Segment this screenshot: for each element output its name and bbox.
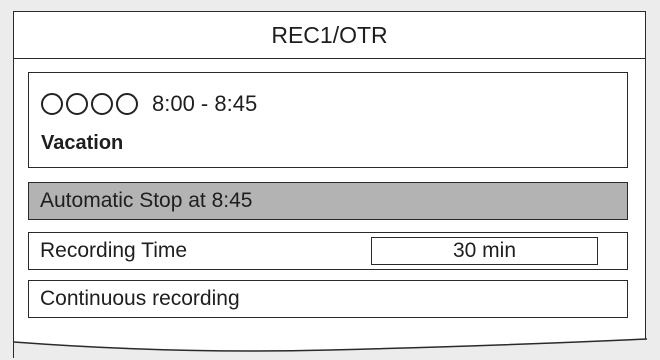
- circle-icon: [91, 93, 113, 115]
- rec-otr-panel: REC1/OTR 8:00 - 8:45 Vacation Automatic …: [13, 11, 647, 360]
- program-info-box: 8:00 - 8:45 Vacation: [28, 72, 628, 168]
- program-header: 8:00 - 8:45: [41, 89, 257, 119]
- circle-icon: [66, 93, 88, 115]
- recording-time-field[interactable]: 30 min: [371, 237, 598, 265]
- circle-icon: [41, 93, 63, 115]
- circle-icon: [116, 93, 138, 115]
- program-time-range: 8:00 - 8:45: [152, 91, 258, 116]
- program-name: Vacation: [41, 132, 124, 154]
- channel-indicator: [41, 93, 138, 115]
- panel-bottom-edge: [14, 338, 647, 360]
- recording-time-option[interactable]: Recording Time 30 min: [28, 232, 628, 270]
- panel-title: REC1/OTR: [14, 12, 645, 59]
- automatic-stop-option[interactable]: Automatic Stop at 8:45: [28, 182, 628, 220]
- recording-time-label: Recording Time: [40, 239, 188, 262]
- continuous-recording-option[interactable]: Continuous recording: [28, 280, 628, 318]
